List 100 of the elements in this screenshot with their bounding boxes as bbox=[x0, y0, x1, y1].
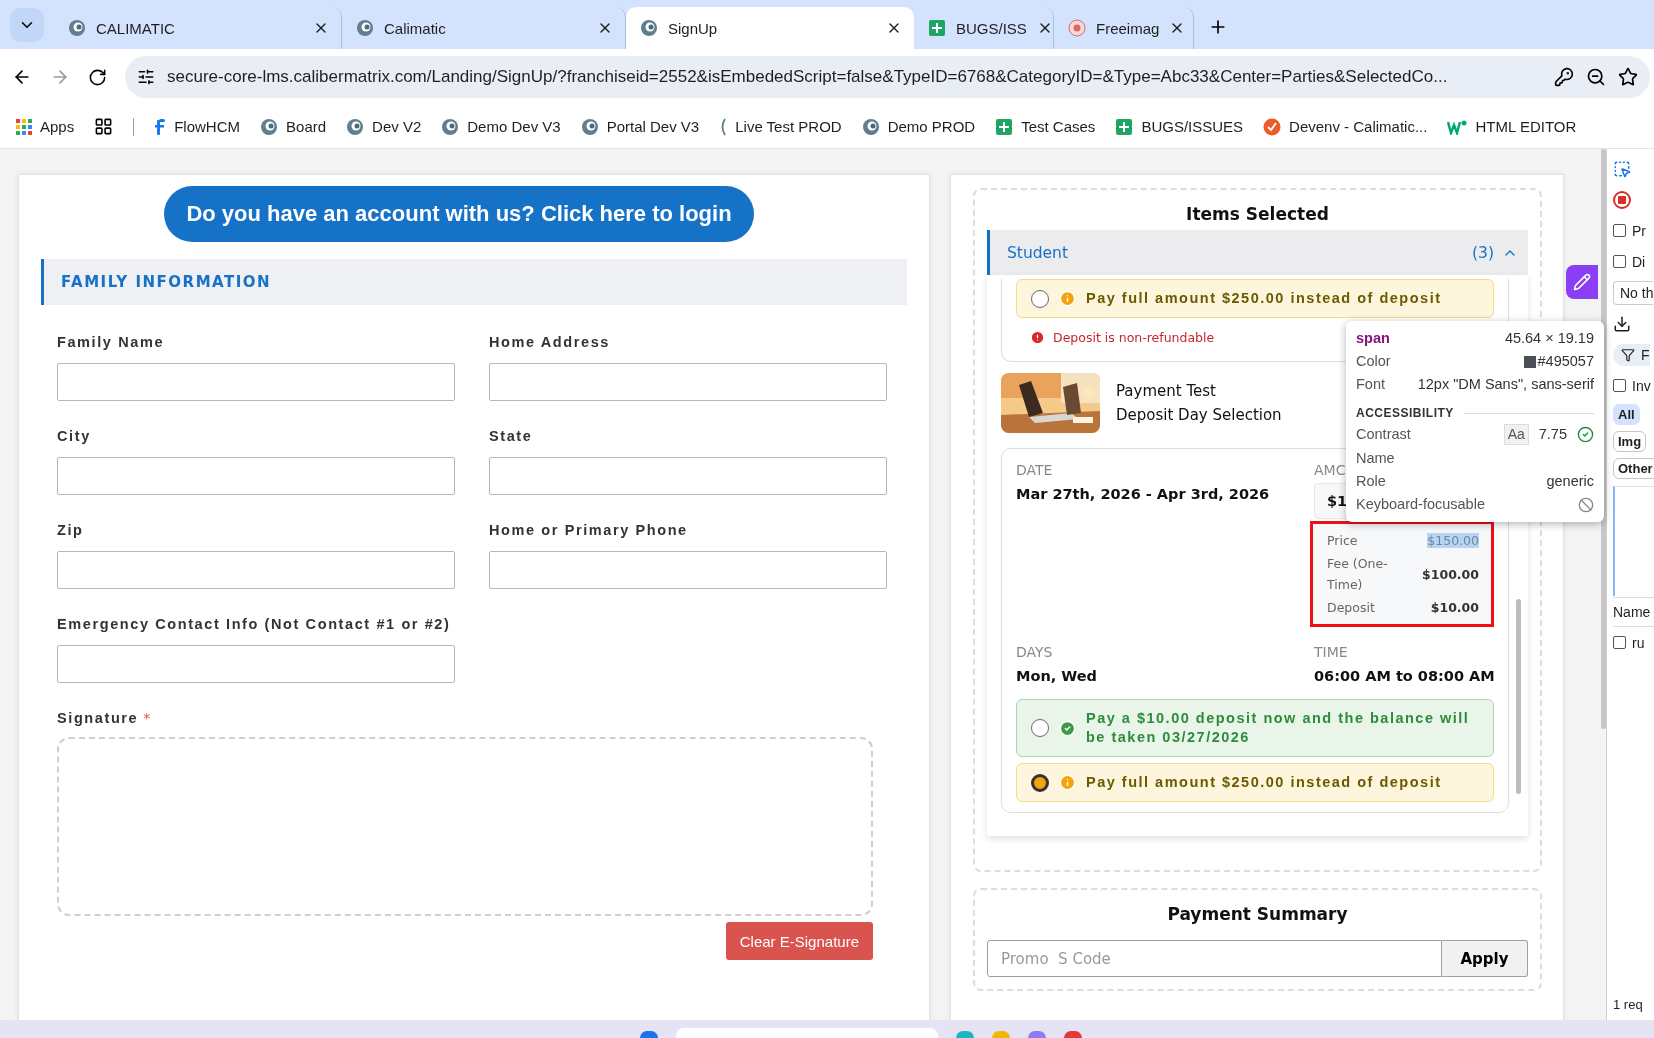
edit-button[interactable] bbox=[1566, 265, 1598, 299]
panel-title: Payment Summary bbox=[1167, 903, 1348, 926]
time-label: TIME bbox=[1314, 643, 1348, 662]
filter-field[interactable]: F bbox=[1613, 343, 1650, 366]
bookmark-item[interactable]: Apps bbox=[16, 118, 75, 135]
bookmark-item[interactable]: Demo Dev V3 bbox=[441, 117, 561, 136]
field-label: State bbox=[489, 427, 534, 446]
radio-button[interactable] bbox=[1031, 719, 1049, 737]
tooltip-label: Contrast bbox=[1356, 425, 1411, 444]
app-icon[interactable] bbox=[1028, 1031, 1046, 1038]
bookmark-item[interactable]: Test Cases bbox=[995, 117, 1096, 136]
option-text: Pay full amount $250.00 instead of deposit bbox=[1086, 289, 1442, 308]
price-label: Fee (One-Time) bbox=[1327, 555, 1389, 594]
record-icon[interactable] bbox=[1613, 190, 1631, 209]
globe-logo-icon bbox=[441, 117, 460, 136]
checkbox[interactable] bbox=[1613, 255, 1626, 268]
start-icon[interactable] bbox=[640, 1031, 658, 1038]
bookmark-item[interactable]: FlowHCM bbox=[154, 117, 241, 136]
input-field[interactable] bbox=[489, 551, 887, 589]
input-field[interactable] bbox=[57, 457, 455, 495]
bookmark-item[interactable]: HTML EDITOR bbox=[1447, 118, 1577, 135]
field-label: Family Name bbox=[57, 333, 166, 352]
apply-button[interactable]: Apply bbox=[1442, 940, 1528, 977]
bookmark-item[interactable]: Live Test PROD bbox=[719, 117, 842, 136]
spreadsheet-icon bbox=[995, 117, 1014, 136]
info-icon bbox=[1059, 774, 1076, 791]
type-filter-chip[interactable]: Img bbox=[1613, 431, 1647, 452]
promo-code-field[interactable]: Promo S Code bbox=[987, 940, 1442, 977]
bookmark-item[interactable]: Devenv - Calimatic... bbox=[1263, 117, 1428, 136]
input-field[interactable] bbox=[57, 551, 455, 589]
accordion-header[interactable]: Student (3) bbox=[987, 230, 1528, 275]
checkbox-label: Inv bbox=[1632, 377, 1651, 394]
option-text: Pay full amount $250.00 instead of deposit bbox=[1086, 773, 1442, 792]
radio-button[interactable] bbox=[1031, 289, 1049, 308]
globe-logo-icon bbox=[260, 117, 279, 136]
tab-title: Freeimag bbox=[1096, 19, 1160, 37]
site-logo-icon bbox=[154, 117, 167, 136]
column-header: Name bbox=[1613, 596, 1654, 627]
tooltip-label: Name bbox=[1356, 449, 1395, 468]
bookmark-item[interactable]: Dev V2 bbox=[346, 117, 422, 136]
checkbox[interactable] bbox=[1613, 224, 1626, 237]
bookmark-item[interactable]: BUGS/ISSUES bbox=[1115, 117, 1244, 136]
spreadsheet-icon bbox=[1115, 117, 1134, 136]
tooltip-label: Font bbox=[1356, 375, 1385, 394]
checkbox[interactable] bbox=[1613, 379, 1626, 392]
section-title: FAMILY INFORMATION bbox=[61, 273, 272, 291]
filter-icon bbox=[1621, 347, 1635, 362]
type-filter-chip[interactable]: Other bbox=[1613, 458, 1654, 479]
bookmark-item[interactable]: Portal Dev V3 bbox=[580, 117, 700, 136]
input-field[interactable] bbox=[489, 457, 887, 495]
globe-logo-icon bbox=[356, 19, 374, 37]
radio-button[interactable] bbox=[1031, 773, 1049, 792]
app-icon[interactable] bbox=[1064, 1031, 1082, 1038]
throttle-select[interactable]: No th bbox=[1613, 280, 1654, 305]
browser-tab[interactable]: BUGS/ISS bbox=[914, 7, 1054, 49]
browser-tab[interactable]: CALIMATIC bbox=[54, 7, 342, 49]
key-icon[interactable] bbox=[1554, 67, 1574, 87]
item-name: Payment Test bbox=[1116, 382, 1217, 400]
price-value: $100.00 bbox=[1422, 566, 1479, 582]
color-value: #495057 bbox=[1523, 352, 1594, 371]
browser-tab[interactable]: SignUp bbox=[626, 7, 914, 49]
checkbox[interactable] bbox=[1613, 636, 1626, 649]
tooltip-section-title: ACCESSIBILITY bbox=[1356, 406, 1454, 420]
date-value: Mar 27th, 2026 - Apr 3rd, 2026 bbox=[1016, 485, 1271, 504]
checkbox-label: Di bbox=[1632, 253, 1646, 270]
scrollbar-thumb[interactable] bbox=[1516, 599, 1521, 794]
input-field[interactable] bbox=[57, 363, 455, 401]
payment-option[interactable]: Pay full amount $250.00 instead of deposit bbox=[1016, 763, 1494, 802]
type-filter-chip[interactable]: All bbox=[1613, 404, 1640, 425]
input-field[interactable] bbox=[57, 645, 455, 683]
bookmark-star-icon[interactable] bbox=[1618, 67, 1638, 87]
login-button[interactable]: Do you have an account with us? Click here to login bbox=[164, 186, 754, 242]
tooltip-label: Color bbox=[1356, 352, 1391, 371]
url-text: secure-core-lms.calibermatrix.com/Landing/SignUp/?franchiseid=2552&isEmbededScript=false&TypeID=6768&CategoryID=&Type=Abc33&Center=Parties&SelectedCo... bbox=[167, 67, 1449, 87]
field-label: Zip bbox=[57, 521, 85, 540]
payment-option[interactable]: Pay a $10.00 deposit now and the balance will be taken 03/27/2026 bbox=[1016, 699, 1494, 757]
font-value: 12px "DM Sans", sans-serif bbox=[1417, 375, 1594, 394]
field-label: Home or Primary Phone bbox=[489, 521, 689, 540]
inspect-icon[interactable] bbox=[1613, 159, 1631, 178]
spreadsheet-icon bbox=[928, 19, 946, 37]
payment-option[interactable]: Pay full amount $250.00 instead of deposit bbox=[1016, 279, 1494, 318]
download-icon[interactable] bbox=[1613, 314, 1631, 333]
field-label: Home Address bbox=[489, 333, 611, 352]
site-settings-icon[interactable] bbox=[137, 68, 155, 86]
address-bar[interactable]: secure-core-lms.calibermatrix.com/Landing/SignUp/?franchiseid=2552&isEmbededScript=false&TypeID=6768&CategoryID=&Type=Abc33&Center=Parties&SelectedCo... bbox=[125, 56, 1650, 98]
price-value: $10.00 bbox=[1430, 600, 1479, 615]
zoom-icon[interactable] bbox=[1586, 67, 1606, 87]
role-value: generic bbox=[1546, 472, 1594, 491]
time-value: 06:00 AM to 08:00 AM bbox=[1314, 667, 1494, 686]
browser-tab[interactable]: Freeimag bbox=[1054, 7, 1194, 49]
globe-logo-icon bbox=[580, 117, 599, 136]
bookmark-item[interactable]: Demo PROD bbox=[861, 117, 976, 136]
tab-title: CALIMATIC bbox=[96, 19, 176, 37]
input-field[interactable] bbox=[489, 363, 887, 401]
days-value: Mon, Wed bbox=[1016, 667, 1098, 686]
reload-icon[interactable] bbox=[88, 67, 107, 87]
bookmark-item[interactable]: Board bbox=[260, 117, 327, 136]
days-label: DAYS bbox=[1016, 643, 1053, 662]
clear-signature-button[interactable]: Clear E-Signature bbox=[725, 922, 873, 960]
grid-icon[interactable] bbox=[94, 117, 114, 136]
